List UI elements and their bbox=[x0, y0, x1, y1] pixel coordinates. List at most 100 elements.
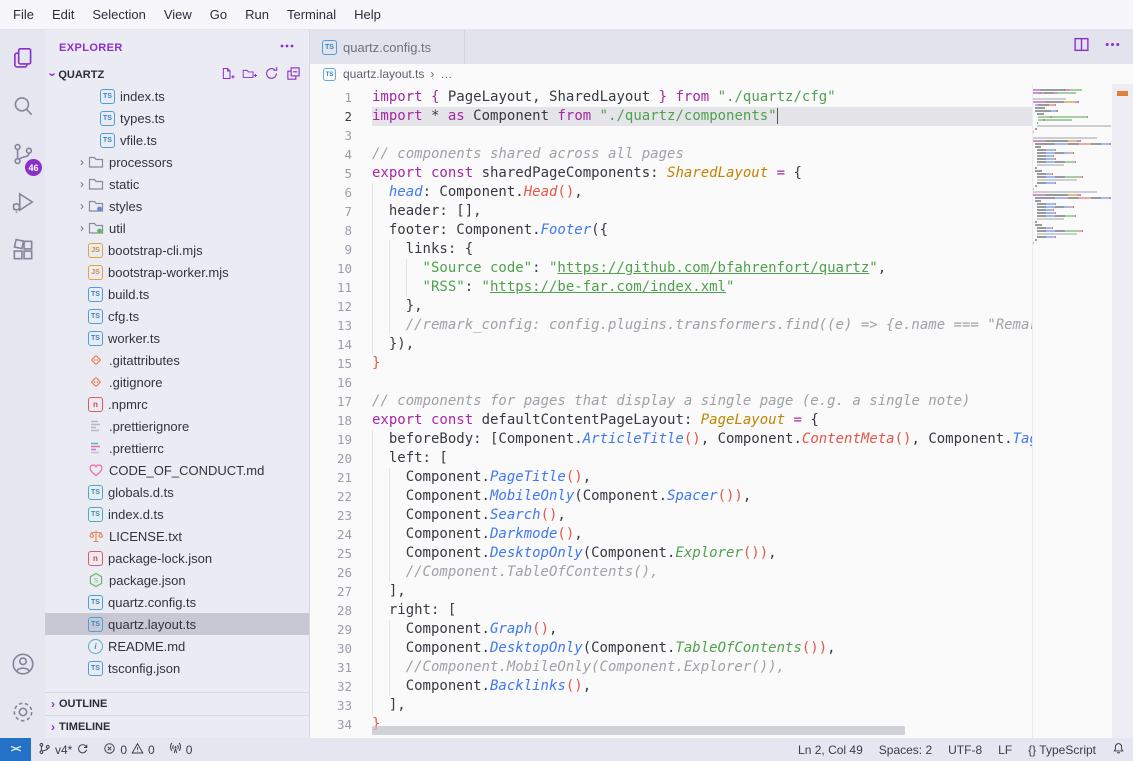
code-line-30: 30Component.DesktopOnly(Component.TableO… bbox=[310, 639, 1032, 658]
git-file-icon bbox=[88, 374, 104, 390]
line-number: 33 bbox=[310, 696, 352, 715]
cursor-position[interactable]: Ln 2, Col 49 bbox=[790, 743, 871, 757]
branch-name: v4* bbox=[55, 743, 72, 757]
accounts-button[interactable] bbox=[0, 642, 45, 690]
menu-go[interactable]: Go bbox=[201, 3, 236, 26]
tree-item-quartz.layout.ts[interactable]: TSquartz.layout.ts bbox=[45, 613, 309, 635]
source-control-activity-button[interactable]: 46 bbox=[0, 132, 45, 180]
sidebar-title: EXPLORER bbox=[59, 42, 123, 54]
editor-more-actions-button[interactable] bbox=[1104, 36, 1121, 58]
tree-item-globals.d.ts[interactable]: TSglobals.d.ts bbox=[45, 481, 309, 503]
tree-item-worker.ts[interactable]: TSworker.ts bbox=[45, 327, 309, 349]
tree-item-.gitattributes[interactable]: .gitattributes bbox=[45, 349, 309, 371]
split-editor-button[interactable] bbox=[1073, 36, 1090, 58]
warnings-icon bbox=[131, 742, 144, 758]
tree-item-static[interactable]: ›static bbox=[45, 173, 309, 195]
line-number: 28 bbox=[310, 601, 352, 620]
file-name: build.ts bbox=[108, 287, 149, 302]
indentation-setting[interactable]: Spaces: 2 bbox=[871, 743, 940, 757]
language-mode[interactable]: {} TypeScript bbox=[1020, 743, 1104, 757]
workspace-section-header[interactable]: › QUARTZ bbox=[45, 65, 309, 85]
tree-item-index.ts[interactable]: TSindex.ts bbox=[45, 85, 309, 107]
debug-icon bbox=[10, 189, 36, 220]
tree-item-util[interactable]: ›util bbox=[45, 217, 309, 239]
search-activity-button[interactable] bbox=[0, 84, 45, 132]
collapse-folders-icon[interactable] bbox=[286, 66, 301, 84]
tree-item-LICENSE.txt[interactable]: LICENSE.txt bbox=[45, 525, 309, 547]
folder-icon bbox=[88, 176, 104, 192]
code-line-3: 3 bbox=[310, 126, 1032, 145]
line-number: 10 bbox=[310, 259, 352, 278]
minimap[interactable] bbox=[1032, 84, 1112, 738]
ts-file-icon: TS bbox=[88, 661, 103, 676]
sync-icon[interactable] bbox=[76, 742, 89, 758]
extensions-icon bbox=[10, 237, 36, 268]
tree-item-build.ts[interactable]: TSbuild.ts bbox=[45, 283, 309, 305]
menu-file[interactable]: File bbox=[4, 3, 43, 26]
prettier-ignore-file-icon bbox=[88, 418, 104, 434]
ts-file-icon: TS bbox=[100, 111, 115, 126]
menu-help[interactable]: Help bbox=[345, 3, 390, 26]
node-hexagon-icon: S bbox=[88, 572, 104, 588]
tree-item-quartz.config.ts[interactable]: TSquartz.config.ts bbox=[45, 591, 309, 613]
tree-item-bootstrap-worker.mjs[interactable]: JSbootstrap-worker.mjs bbox=[45, 261, 309, 283]
horizontal-scrollbar[interactable] bbox=[372, 726, 905, 735]
code-editor[interactable]: 1import { PageLayout, SharedLayout } fro… bbox=[310, 84, 1133, 738]
tree-item-bootstrap-cli.mjs[interactable]: JSbootstrap-cli.mjs bbox=[45, 239, 309, 261]
tree-item-types.ts[interactable]: TStypes.ts bbox=[45, 107, 309, 129]
tree-item-CODE-OF-CONDUCT.md[interactable]: CODE_OF_CONDUCT.md bbox=[45, 459, 309, 481]
eol-setting[interactable]: LF bbox=[990, 743, 1020, 757]
tree-item-styles[interactable]: ›styles bbox=[45, 195, 309, 217]
new-folder-button[interactable] bbox=[242, 66, 257, 84]
tree-item-.prettierrc[interactable]: .prettierrc bbox=[45, 437, 309, 459]
tab-quartz.config.ts[interactable]: TSquartz.config.ts bbox=[310, 30, 465, 64]
breadcrumb[interactable]: TS quartz.layout.ts › … bbox=[310, 64, 1133, 84]
code-lines[interactable]: 1import { PageLayout, SharedLayout } fro… bbox=[310, 88, 1032, 734]
menu-terminal[interactable]: Terminal bbox=[278, 3, 345, 26]
remote-indicator[interactable]: >< bbox=[0, 738, 31, 761]
tree-item-vfile.ts[interactable]: TSvfile.ts bbox=[45, 129, 309, 151]
explorer-more-actions-button[interactable] bbox=[279, 38, 295, 57]
outline-section[interactable]: › OUTLINE bbox=[45, 692, 309, 715]
file-name: CODE_OF_CONDUCT.md bbox=[109, 463, 264, 478]
tree-item-.gitignore[interactable]: .gitignore bbox=[45, 371, 309, 393]
code-line-9: 9links: { bbox=[310, 240, 1032, 259]
menu-edit[interactable]: Edit bbox=[43, 3, 83, 26]
code-line-26: 26//Component.TableOfContents(), bbox=[310, 563, 1032, 582]
tree-item-README.md[interactable]: iREADME.md bbox=[45, 635, 309, 657]
problems-status[interactable]: 0 0 bbox=[96, 738, 161, 761]
encoding-setting[interactable]: UTF-8 bbox=[940, 743, 990, 757]
menu-run[interactable]: Run bbox=[236, 3, 278, 26]
refresh-icon[interactable] bbox=[264, 66, 279, 84]
tree-item-index.d.ts[interactable]: TSindex.d.ts bbox=[45, 503, 309, 525]
tree-item-tsconfig.json[interactable]: TS tsconfig.json bbox=[45, 657, 309, 679]
tree-item-package.json[interactable]: Spackage.json bbox=[45, 569, 309, 591]
ports-status[interactable]: 0 bbox=[162, 738, 200, 761]
tree-item-.prettierignore[interactable]: .prettierignore bbox=[45, 415, 309, 437]
chevron-right-icon: › bbox=[76, 177, 88, 191]
activity-bar: 46 bbox=[0, 30, 45, 738]
branch-icon bbox=[38, 742, 51, 758]
menu-view[interactable]: View bbox=[155, 3, 201, 26]
gear-icon bbox=[10, 699, 36, 730]
tree-item-.npmrc[interactable]: n.npmrc bbox=[45, 393, 309, 415]
search-icon bbox=[10, 93, 36, 124]
breadcrumb-more[interactable]: … bbox=[440, 67, 452, 81]
file-name: tsconfig.json bbox=[108, 661, 180, 676]
settings-button[interactable] bbox=[0, 690, 45, 738]
chevron-right-icon: › bbox=[76, 155, 88, 169]
code-line-15: 15} bbox=[310, 354, 1032, 373]
run-debug-activity-button[interactable] bbox=[0, 180, 45, 228]
explorer-activity-button[interactable] bbox=[0, 36, 45, 84]
timeline-section[interactable]: › TIMELINE bbox=[45, 715, 309, 738]
tree-item-cfg.ts[interactable]: TScfg.ts bbox=[45, 305, 309, 327]
menu-selection[interactable]: Selection bbox=[83, 3, 154, 26]
tree-item-package-lock.json[interactable]: npackage-lock.json bbox=[45, 547, 309, 569]
notifications-bell-button[interactable] bbox=[1104, 742, 1133, 758]
tree-item-processors[interactable]: ›processors bbox=[45, 151, 309, 173]
code-line-4: 4// components shared across all pages bbox=[310, 145, 1032, 164]
git-branch-status[interactable]: v4* bbox=[31, 738, 96, 761]
breadcrumb-file: quartz.layout.ts bbox=[343, 67, 424, 81]
extensions-activity-button[interactable] bbox=[0, 228, 45, 276]
new-file-button[interactable] bbox=[220, 66, 235, 84]
